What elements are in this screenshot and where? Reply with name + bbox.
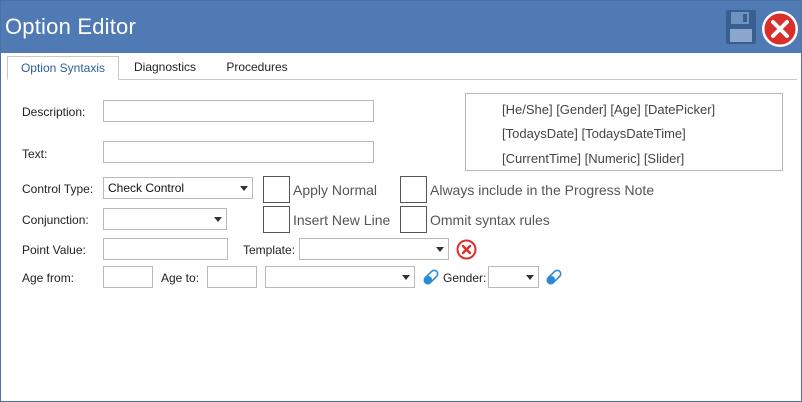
chevron-down-icon (240, 186, 248, 191)
age-to-input[interactable] (207, 266, 257, 288)
apply-normal-label: Apply Normal (293, 182, 378, 198)
gender-label: Gender: (443, 271, 487, 285)
tab-strip: Option Syntaxis Diagnostics Procedures (7, 56, 797, 80)
clear-icon (456, 239, 477, 260)
insert-new-line-checkbox[interactable] (263, 206, 290, 233)
eraser-icon (423, 269, 439, 285)
apply-normal-checkbox[interactable] (263, 176, 290, 203)
description-label: Description: (22, 105, 86, 119)
ommit-syntax-label: Ommit syntax rules (430, 212, 550, 228)
clear-age-button[interactable] (421, 267, 441, 287)
control-type-value: Check Control (108, 181, 185, 195)
option-editor-window: Option Editor Option Syntaxis Diagnostic… (0, 0, 802, 402)
control-type-label: Control Type: (22, 182, 94, 196)
control-type-select[interactable]: Check Control (103, 177, 253, 199)
ommit-syntax-checkbox[interactable] (400, 206, 427, 233)
window-title: Option Editor (5, 14, 137, 39)
tokens-line-2: [TodaysDate] [TodaysDateTime] (502, 126, 686, 141)
chevron-down-icon (214, 217, 222, 222)
chevron-down-icon (402, 275, 410, 280)
conjunction-select[interactable] (103, 208, 227, 230)
close-button[interactable] (762, 11, 798, 47)
text-label: Text: (22, 147, 48, 161)
always-include-checkbox[interactable] (400, 176, 427, 203)
tokens-line-1: [He/She] [Gender] [Age] [DatePicker] (502, 102, 716, 117)
always-include-label: Always include in the Progress Note (430, 182, 655, 198)
point-value-input[interactable] (103, 238, 228, 260)
close-icon (763, 12, 797, 46)
save-button[interactable] (725, 9, 757, 45)
clear-gender-button[interactable] (544, 267, 564, 287)
age-to-label: Age to: (161, 271, 200, 285)
gender-select[interactable] (488, 266, 539, 288)
tab-option-syntaxis[interactable]: Option Syntaxis (7, 56, 119, 80)
text-input[interactable] (103, 141, 374, 163)
tab-procedures[interactable]: Procedures (215, 56, 299, 80)
point-value-label: Point Value: (22, 243, 86, 257)
conjunction-label: Conjunction: (22, 213, 89, 227)
insert-new-line-label: Insert New Line (293, 212, 391, 228)
template-label: Template: (243, 243, 296, 257)
age-from-input[interactable] (103, 266, 153, 288)
age-from-label: Age from: (22, 271, 75, 285)
title-bar: Option Editor (1, 1, 801, 53)
syntax-tokens-box: [He/She] [Gender] [Age] [DatePicker] [To… (465, 93, 783, 171)
age-unit-select[interactable] (265, 266, 415, 288)
description-input[interactable] (103, 100, 374, 122)
chevron-down-icon (526, 275, 534, 280)
floppy-disk-icon (726, 10, 756, 44)
chevron-down-icon (436, 247, 444, 252)
template-select[interactable] (299, 238, 449, 260)
tab-diagnostics[interactable]: Diagnostics (125, 56, 205, 80)
tokens-line-3: [CurrentTime] [Numeric] [Slider] (502, 151, 685, 166)
clear-template-button[interactable] (456, 239, 477, 260)
eraser-icon (546, 269, 562, 285)
